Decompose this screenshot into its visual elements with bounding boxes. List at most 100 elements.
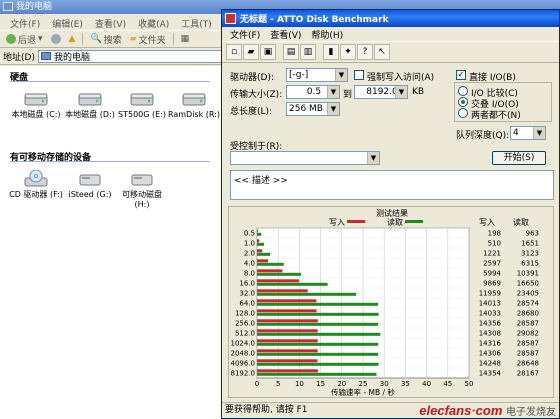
atto-titlebar[interactable]: 无标题 - ATTO Disk Benchmark <box>222 10 559 27</box>
back-button[interactable]: 后退 ▾ <box>3 32 46 46</box>
menu-edit[interactable]: 编辑(E) <box>46 14 89 30</box>
write-value-label: 2597 <box>483 260 501 268</box>
hard-drive-icon <box>78 93 102 106</box>
y-tick-label: 4096.0 <box>231 360 256 368</box>
print-preview-icon[interactable]: ▥ <box>300 44 316 60</box>
read-value-label: 1651 <box>521 240 539 248</box>
forward-button[interactable] <box>48 32 64 46</box>
x-tick-label: 40 <box>422 380 431 388</box>
menu-view[interactable]: 查看(V) <box>89 14 132 30</box>
context-help-icon[interactable]: ↖ <box>374 44 390 60</box>
up-folder-button[interactable]: ▲ <box>66 32 79 46</box>
read-value-label: 10391 <box>517 270 539 278</box>
drive-g[interactable]: iSteed (G:) <box>62 170 118 200</box>
drive-d[interactable]: 本地磁盘 (D:) <box>62 90 118 120</box>
y-tick-label: 2.0 <box>244 250 255 258</box>
drive-select[interactable]: [-g-] ▼ <box>286 68 348 82</box>
start-button[interactable]: 开始(S) <box>492 151 546 165</box>
up-folder-icon: ▲ <box>68 34 76 44</box>
drive-e[interactable]: ST500G (E:) <box>114 90 170 120</box>
back-arrow-icon <box>6 34 16 44</box>
app-icon <box>225 13 236 24</box>
chart-title: 测试结果 <box>376 208 408 218</box>
toolbar-separator <box>172 33 174 45</box>
menu-favorites[interactable]: 收藏(A) <box>132 14 175 30</box>
legend-read-swatch <box>405 220 423 223</box>
drive-c[interactable]: 本地磁盘 (C:) <box>8 90 64 120</box>
to-label: 到 <box>343 90 353 100</box>
y-tick-label: 16.0 <box>239 280 255 288</box>
y-tick-label: 128.0 <box>235 310 255 318</box>
neither-radio[interactable] <box>458 108 468 118</box>
menu-view[interactable]: 查看(V) <box>265 27 306 41</box>
section-divider <box>10 161 210 162</box>
address-label: 地址(D) <box>3 52 35 63</box>
legend-write-label: 写入 <box>329 218 345 227</box>
read-bar <box>257 262 284 266</box>
queue-depth-select[interactable]: 4 ▼ <box>510 126 546 140</box>
folder-icon: ▰ <box>129 34 137 44</box>
chart-icon[interactable]: ▮ <box>323 44 339 60</box>
removable-drive-icon <box>131 174 153 186</box>
menu-help[interactable]: 帮助(H) <box>306 27 348 41</box>
read-value-label: 28680 <box>517 310 539 318</box>
chevron-down-icon: ▼ <box>533 127 545 139</box>
write-bar <box>257 309 317 313</box>
address-field[interactable]: 我的电脑 <box>37 49 252 63</box>
drive-f[interactable]: CD 驱动器 (F:) <box>8 170 64 200</box>
transfer-to-select[interactable]: 8192.0 ▼ <box>354 85 408 99</box>
print-icon[interactable]: ▤ <box>283 44 299 60</box>
hard-drive-icon <box>24 93 48 106</box>
menu-file[interactable]: 文件(F) <box>4 14 46 30</box>
drive-label: 可移动磁盘 (H:) <box>122 190 162 209</box>
description-field[interactable]: << 描述 >> <box>230 170 554 200</box>
read-bar <box>257 342 379 346</box>
write-value-label: 11959 <box>479 290 501 298</box>
menu-tools[interactable]: 工具(T) <box>175 14 218 30</box>
direct-io-checkbox[interactable]: ✓ <box>456 70 466 80</box>
search-button[interactable]: 🔍 搜索 <box>87 32 124 46</box>
y-tick-label: 32.0 <box>239 290 255 298</box>
y-tick-label: 512.0 <box>235 330 255 338</box>
y-tick-label: 1.0 <box>244 240 255 248</box>
x-tick-label: 35 <box>401 380 410 388</box>
force-write-checkbox[interactable] <box>354 70 364 80</box>
folders-button[interactable]: ▰ 文件夹 <box>127 32 169 46</box>
menu-file[interactable]: 文件(F) <box>225 27 265 41</box>
views-button[interactable]: ▦ <box>178 32 193 46</box>
drive-h[interactable]: 可移动磁盘 (H:) <box>114 170 170 210</box>
settings-icon[interactable]: ✦ <box>340 44 356 60</box>
legend-write-swatch <box>347 220 365 223</box>
read-value-label: 28167 <box>517 370 539 378</box>
read-value-label: 28574 <box>517 300 540 308</box>
controlled-by-select[interactable]: ▼ <box>230 151 380 165</box>
drive-r[interactable]: RamDisk (R:) <box>166 90 222 120</box>
read-value-label: 28587 <box>517 340 539 348</box>
y-tick-label: 2048.0 <box>231 350 256 358</box>
write-bar <box>257 249 263 253</box>
cd-drive-icon <box>24 170 48 187</box>
read-bar <box>257 292 357 296</box>
new-icon[interactable]: ▫ <box>226 44 242 60</box>
read-bar <box>257 322 379 326</box>
force-write-label: 强制写入访问(A) <box>367 73 435 83</box>
neither-label: 两者都不(N) <box>471 111 521 121</box>
total-length-select[interactable]: 256 MB ▼ <box>286 102 340 116</box>
drive-value: [-g-] <box>289 70 309 80</box>
drive-label: 本地磁盘 (D:) <box>65 110 115 119</box>
read-value-label: 6315 <box>521 260 539 268</box>
io-compare-radio[interactable] <box>458 86 468 96</box>
save-icon[interactable]: ▣ <box>260 44 276 60</box>
open-icon[interactable]: ▰ <box>243 44 259 60</box>
transfer-from-select[interactable]: 0.5 ▼ <box>286 85 340 99</box>
chevron-down-icon: ▼ <box>327 86 339 98</box>
overlapped-io-radio[interactable] <box>458 97 468 107</box>
write-bar <box>257 299 317 303</box>
write-bar <box>257 329 318 333</box>
write-value-label: 14316 <box>479 340 502 348</box>
computer-icon <box>40 52 51 60</box>
write-bar <box>257 279 299 283</box>
description-text: << 描述 >> <box>234 176 288 186</box>
help-icon[interactable]: ? <box>357 44 373 60</box>
write-value-label: 14306 <box>479 350 502 358</box>
